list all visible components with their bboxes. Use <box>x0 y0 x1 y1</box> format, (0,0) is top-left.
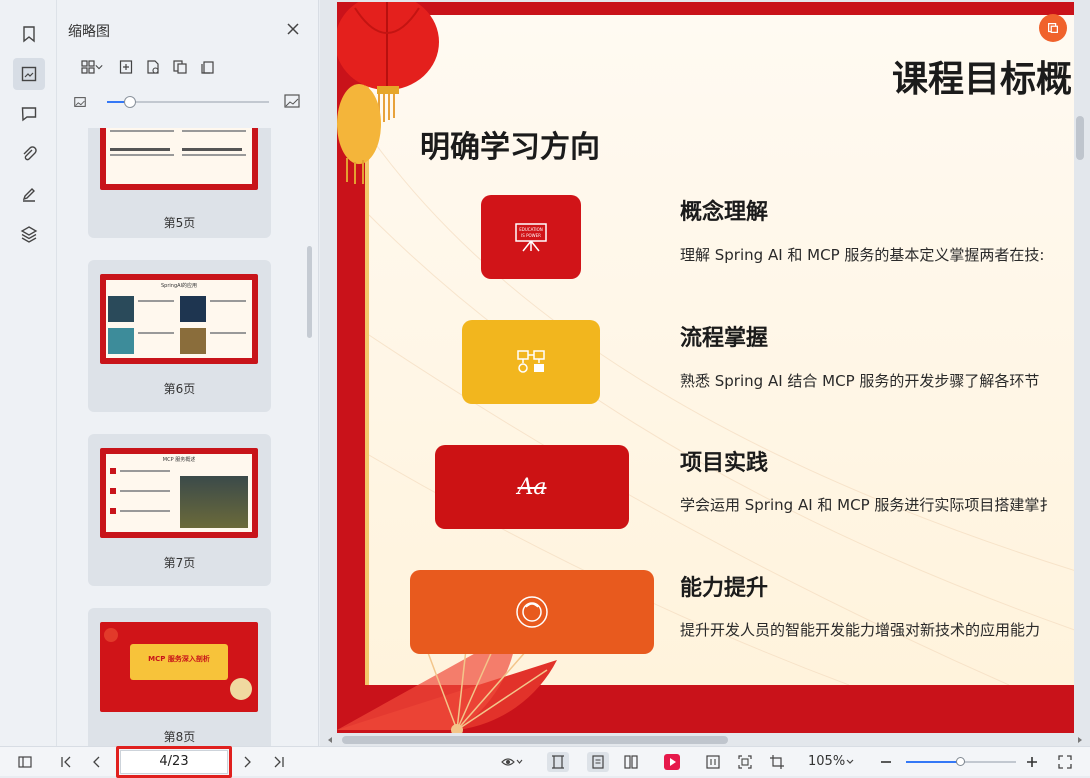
pdf-reader-window: 缩略图 第5页 SpringAI的应用 第6页 MCP 服务概述 第7页 MCP… <box>0 0 1090 778</box>
page-number-input[interactable]: 4/23 <box>120 750 228 774</box>
slide-page: 课程目标概 明确学习方向 EDUCATION IS POWER 概念理解 理解 … <box>337 2 1074 733</box>
screenshot-icon[interactable] <box>734 752 756 772</box>
thumbnail-image: SpringAI的应用 <box>100 274 258 364</box>
slide-heading: 明确学习方向 <box>420 130 600 165</box>
fit-width-icon[interactable] <box>547 752 569 772</box>
flow-icon <box>517 350 545 373</box>
thumbnail-item[interactable]: MCP 服务概述 第7页 <box>88 434 271 586</box>
thumbnail-item[interactable]: MCP 服务深入剖析 第8页 <box>88 608 271 746</box>
lantern-decoration <box>337 2 439 184</box>
thumbnail-label: 第5页 <box>163 216 196 230</box>
item-title: 流程掌握 <box>680 326 769 351</box>
view-mode-icon[interactable] <box>497 752 527 772</box>
thumbnail-label: 第7页 <box>163 556 196 570</box>
two-page-icon[interactable] <box>620 752 642 772</box>
thumbnail-zoom-knob[interactable] <box>123 96 136 108</box>
zoom-in-icon[interactable] <box>1021 752 1043 772</box>
comment-icon[interactable] <box>13 98 45 130</box>
ability-card <box>410 570 654 654</box>
easel-icon: EDUCATION IS POWER <box>515 223 547 252</box>
previous-page-icon[interactable] <box>86 752 108 772</box>
svg-text:IS POWER: IS POWER <box>521 233 541 238</box>
zoom-dropdown-chevron-icon[interactable] <box>846 759 854 765</box>
thumbnail-panel: 缩略图 第5页 SpringAI的应用 第6页 MCP 服务概述 第7页 MCP… <box>57 0 319 746</box>
signature-icon[interactable] <box>13 178 45 210</box>
item-description: 熟悉 Spring AI 结合 MCP 服务的开发步骤了解各环节 <box>680 372 1040 390</box>
process-card <box>462 320 600 404</box>
document-vertical-scrollbar[interactable] <box>1076 116 1084 160</box>
left-icon-rail <box>0 0 57 746</box>
extract-page-icon[interactable] <box>169 56 191 78</box>
item-title: 项目实践 <box>680 451 769 476</box>
thumbnail-item[interactable]: SpringAI的应用 第6页 <box>88 260 271 412</box>
panel-title: 缩略图 <box>68 24 110 40</box>
zoom-slider[interactable] <box>906 757 1016 766</box>
bottom-toolbar: 4/23 105% <box>0 746 1090 778</box>
app-badge-icon[interactable] <box>1039 14 1067 42</box>
person-icon <box>516 596 548 628</box>
page-frame-icon[interactable] <box>702 752 724 772</box>
attachment-icon[interactable] <box>13 138 45 170</box>
svg-text:EDUCATION: EDUCATION <box>519 227 543 232</box>
last-page-icon[interactable] <box>268 752 290 772</box>
scroll-left-arrow-icon[interactable] <box>326 736 334 744</box>
practice-card: Aa <box>435 445 629 529</box>
zoom-out-icon[interactable] <box>875 752 897 772</box>
zoom-slider-fill <box>906 761 961 763</box>
document-view: 课程目标概 明确学习方向 EDUCATION IS POWER 概念理解 理解 … <box>320 0 1090 746</box>
item-description: 提升开发人员的智能开发能力增强对新技术的应用能力 <box>680 621 1041 639</box>
first-page-icon[interactable] <box>55 752 77 772</box>
chevron-down-icon[interactable] <box>93 56 105 78</box>
scroll-right-arrow-icon[interactable] <box>1076 736 1084 744</box>
sidebar-toggle-icon[interactable] <box>14 752 36 772</box>
thumbnail-label: 第8页 <box>163 730 196 744</box>
item-description: 学会运用 Spring AI 和 MCP 服务进行实际项目搭建掌扌 <box>680 496 1055 514</box>
concept-card: EDUCATION IS POWER <box>481 195 581 279</box>
next-page-icon[interactable] <box>236 752 258 772</box>
replace-page-icon[interactable] <box>197 56 219 78</box>
insert-page-icon[interactable] <box>115 56 137 78</box>
slide-title: 课程目标概 <box>892 59 1073 100</box>
delete-page-icon[interactable] <box>142 56 164 78</box>
play-slideshow-icon[interactable] <box>661 752 683 772</box>
document-horizontal-scrollbar[interactable] <box>342 736 728 744</box>
item-description: 理解 Spring AI 和 MCP 服务的基本定义掌握两者在技: <box>680 246 1045 264</box>
close-icon[interactable] <box>284 20 302 38</box>
font-icon: Aa <box>517 474 547 500</box>
thumbnail-scrollbar[interactable] <box>307 246 312 338</box>
item-title: 能力提升 <box>680 576 769 601</box>
zoom-slider-knob[interactable] <box>956 757 965 766</box>
bookmark-icon[interactable] <box>13 18 45 50</box>
thumbnail-label: 第6页 <box>163 382 196 396</box>
crop-icon[interactable] <box>766 752 788 772</box>
large-image-icon[interactable] <box>283 92 301 114</box>
thumbnail-zoom-slider[interactable] <box>107 96 269 108</box>
thumbnail-icon[interactable] <box>13 58 45 90</box>
thumbnail-item[interactable]: 第5页 <box>88 128 271 238</box>
thumbnail-image: MCP 服务概述 <box>100 448 258 538</box>
thumbnail-image <box>100 128 258 190</box>
fullscreen-icon[interactable] <box>1054 752 1076 772</box>
thumbnail-image: MCP 服务深入剖析 <box>100 622 258 712</box>
item-title: 概念理解 <box>680 200 769 225</box>
layers-icon[interactable] <box>13 218 45 250</box>
zoom-level[interactable]: 105% <box>808 754 845 769</box>
single-page-icon[interactable] <box>587 752 609 772</box>
thumbnail-zoom-row <box>57 92 318 114</box>
thumbnail-list: 第5页 SpringAI的应用 第6页 MCP 服务概述 第7页 MCP 服务深… <box>57 128 318 746</box>
small-image-icon[interactable] <box>73 94 87 113</box>
